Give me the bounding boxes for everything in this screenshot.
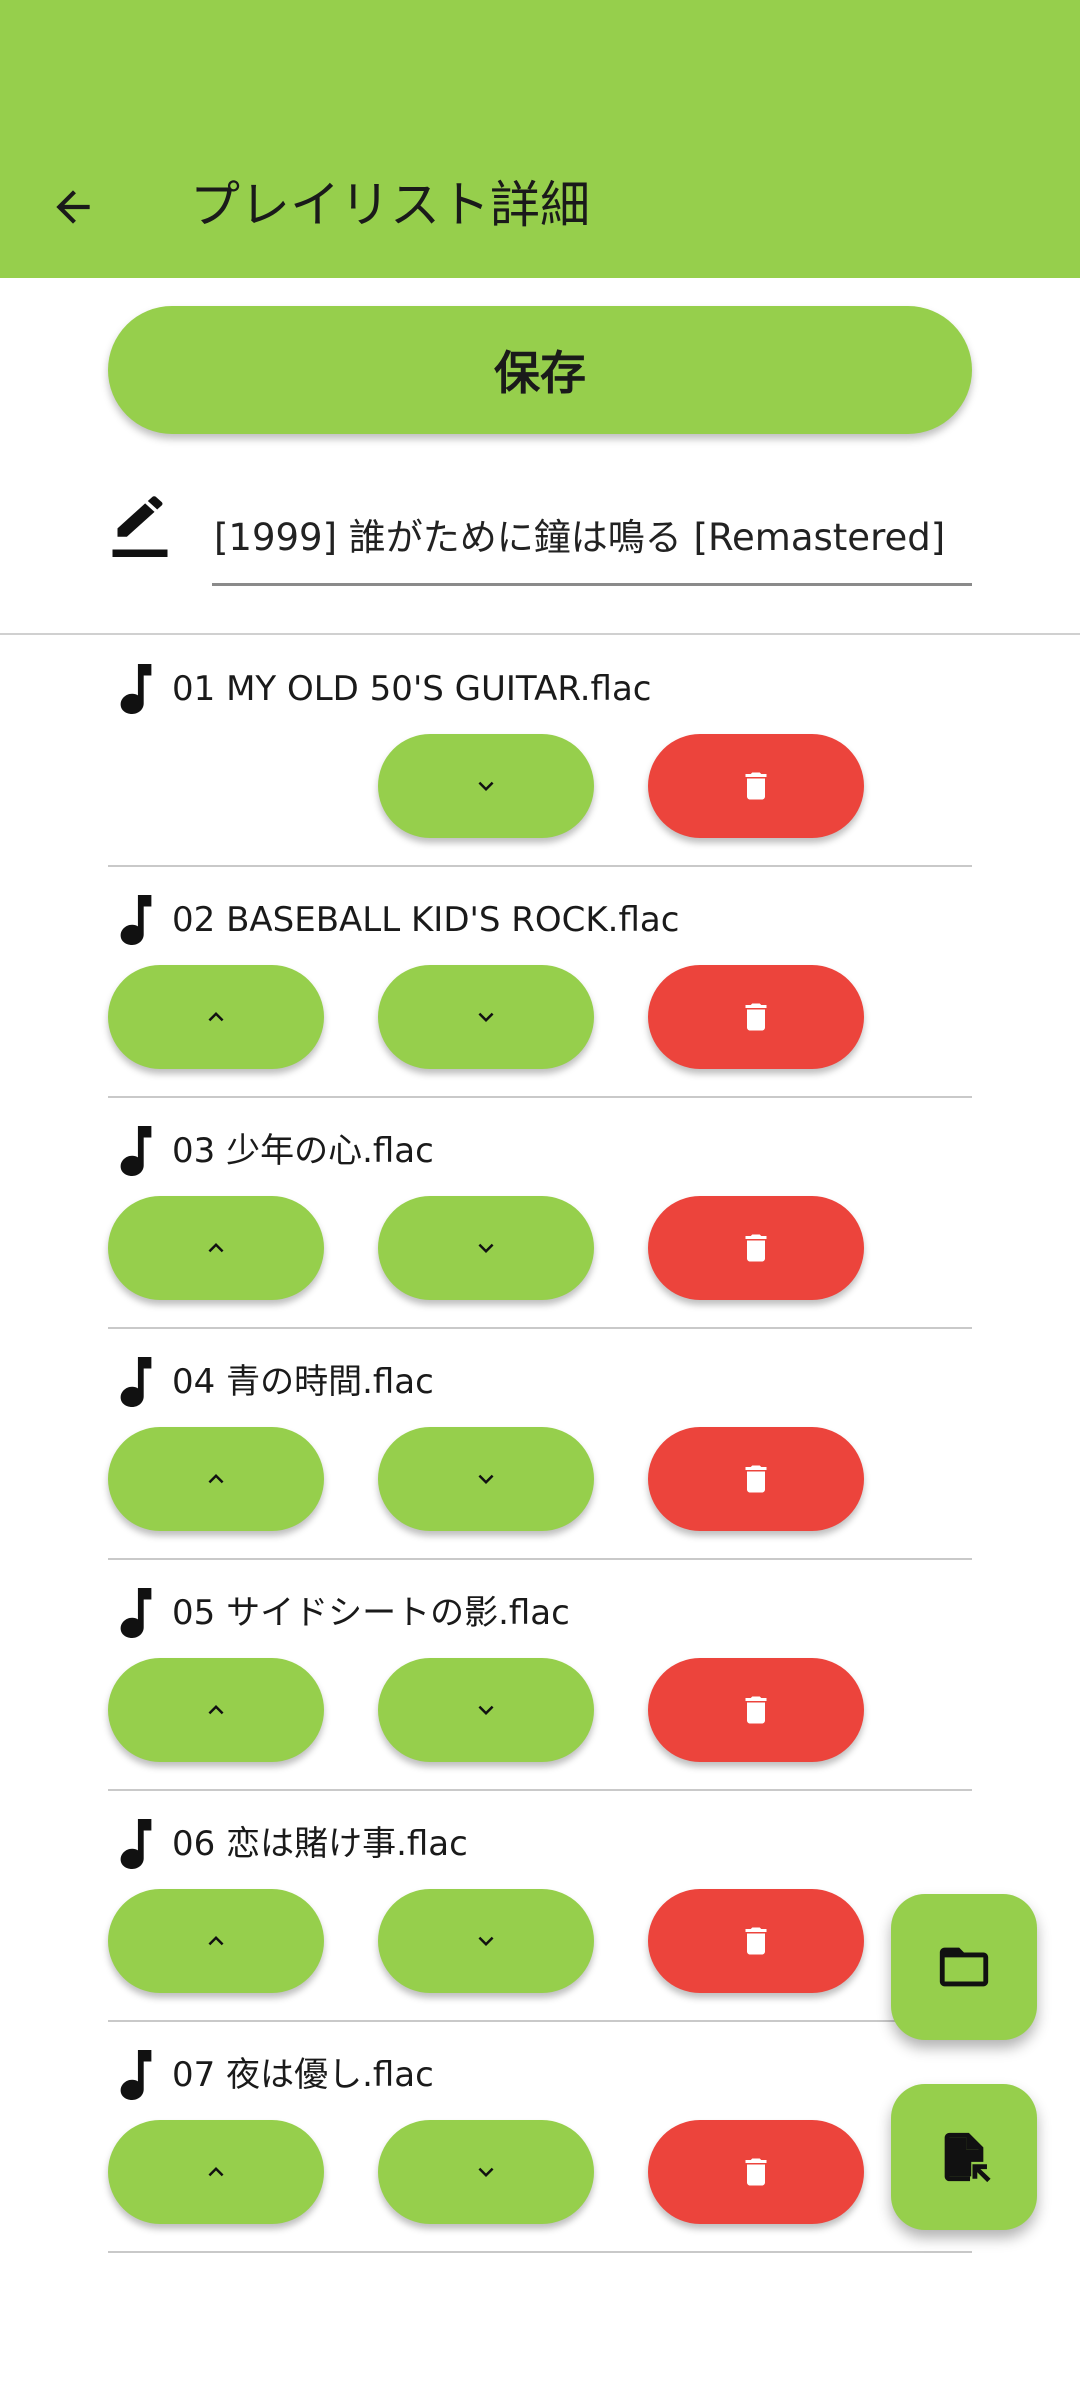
folder-icon — [939, 1947, 989, 1987]
chevron-up-icon — [208, 2167, 224, 2177]
track-row: 07 夜は優し.flac — [108, 2022, 972, 2253]
trash-icon — [745, 1003, 767, 1031]
trash-icon — [745, 1927, 767, 1955]
track-name: 06 恋は賭け事.flac — [172, 1824, 468, 1864]
import-file-fab[interactable] — [891, 2084, 1037, 2230]
track-row: 05 サイドシートの影.flac — [108, 1560, 972, 1791]
chevron-down-icon — [478, 1474, 494, 1484]
trash-icon — [745, 2158, 767, 2186]
track-divider — [108, 2251, 972, 2253]
chevron-down-icon — [478, 1012, 494, 1022]
move-down-button[interactable] — [378, 965, 594, 1069]
delete-track-button[interactable] — [648, 965, 864, 1069]
track-row: 06 恋は賭け事.flac — [108, 1791, 972, 2022]
divider — [0, 633, 1080, 635]
chevron-down-icon — [478, 781, 494, 791]
move-down-button[interactable] — [378, 1427, 594, 1531]
move-down-button[interactable] — [378, 2120, 594, 2224]
track-row: 03 少年の心.flac — [108, 1098, 972, 1329]
track-row: 02 BASEBALL KID'S ROCK.flac — [108, 867, 972, 1098]
track-name: 02 BASEBALL KID'S ROCK.flac — [172, 900, 680, 940]
open-folder-fab[interactable] — [891, 1894, 1037, 2040]
chevron-up-icon — [208, 1705, 224, 1715]
trash-icon — [745, 772, 767, 800]
move-up-button[interactable] — [108, 2120, 324, 2224]
move-down-button[interactable] — [378, 734, 594, 838]
chevron-up-icon — [208, 1936, 224, 1946]
chevron-up-icon — [208, 1012, 224, 1022]
delete-track-button[interactable] — [648, 2120, 864, 2224]
page-title: プレイリスト詳細 — [190, 176, 590, 234]
app-bar: プレイリスト詳細 — [0, 0, 1080, 278]
delete-track-button[interactable] — [648, 1427, 864, 1531]
chevron-up-icon — [208, 1474, 224, 1484]
track-name: 01 MY OLD 50'S GUITAR.flac — [172, 669, 652, 709]
move-up-button[interactable] — [108, 1427, 324, 1531]
playlist-name-input[interactable] — [212, 490, 972, 586]
move-up-button[interactable] — [108, 1196, 324, 1300]
move-up-button[interactable] — [108, 1889, 324, 1993]
track-name: 04 青の時間.flac — [172, 1362, 434, 1402]
trash-icon — [745, 1234, 767, 1262]
save-button[interactable]: 保存 — [108, 306, 972, 434]
trash-icon — [745, 1696, 767, 1724]
track-name: 07 夜は優し.flac — [172, 2055, 434, 2095]
move-down-button[interactable] — [378, 1658, 594, 1762]
back-button[interactable] — [40, 166, 106, 248]
track-name: 03 少年の心.flac — [172, 1131, 434, 1171]
track-name: 05 サイドシートの影.flac — [172, 1593, 570, 1633]
move-down-button[interactable] — [378, 1889, 594, 1993]
music-note-icon — [120, 2050, 152, 2100]
file-import-icon — [944, 2132, 991, 2183]
delete-track-button[interactable] — [648, 1889, 864, 1993]
delete-track-button[interactable] — [648, 1196, 864, 1300]
chevron-down-icon — [478, 2167, 494, 2177]
track-row: 01 MY OLD 50'S GUITAR.flac — [108, 636, 972, 867]
track-row: 04 青の時間.flac — [108, 1329, 972, 1560]
delete-track-button[interactable] — [648, 1658, 864, 1762]
trash-icon — [745, 1465, 767, 1493]
music-note-icon — [120, 895, 152, 945]
edit-icon — [112, 496, 168, 557]
chevron-down-icon — [478, 1243, 494, 1253]
music-note-icon — [120, 1357, 152, 1407]
move-down-button[interactable] — [378, 1196, 594, 1300]
move-up-button[interactable] — [108, 1658, 324, 1762]
chevron-up-icon — [208, 1243, 224, 1253]
music-note-icon — [120, 1126, 152, 1176]
arrow-back-icon — [56, 190, 90, 224]
music-note-icon — [120, 664, 152, 714]
move-up-button[interactable] — [108, 965, 324, 1069]
music-note-icon — [120, 1588, 152, 1638]
chevron-down-icon — [478, 1936, 494, 1946]
chevron-down-icon — [478, 1705, 494, 1715]
delete-track-button[interactable] — [648, 734, 864, 838]
music-note-icon — [120, 1819, 152, 1869]
